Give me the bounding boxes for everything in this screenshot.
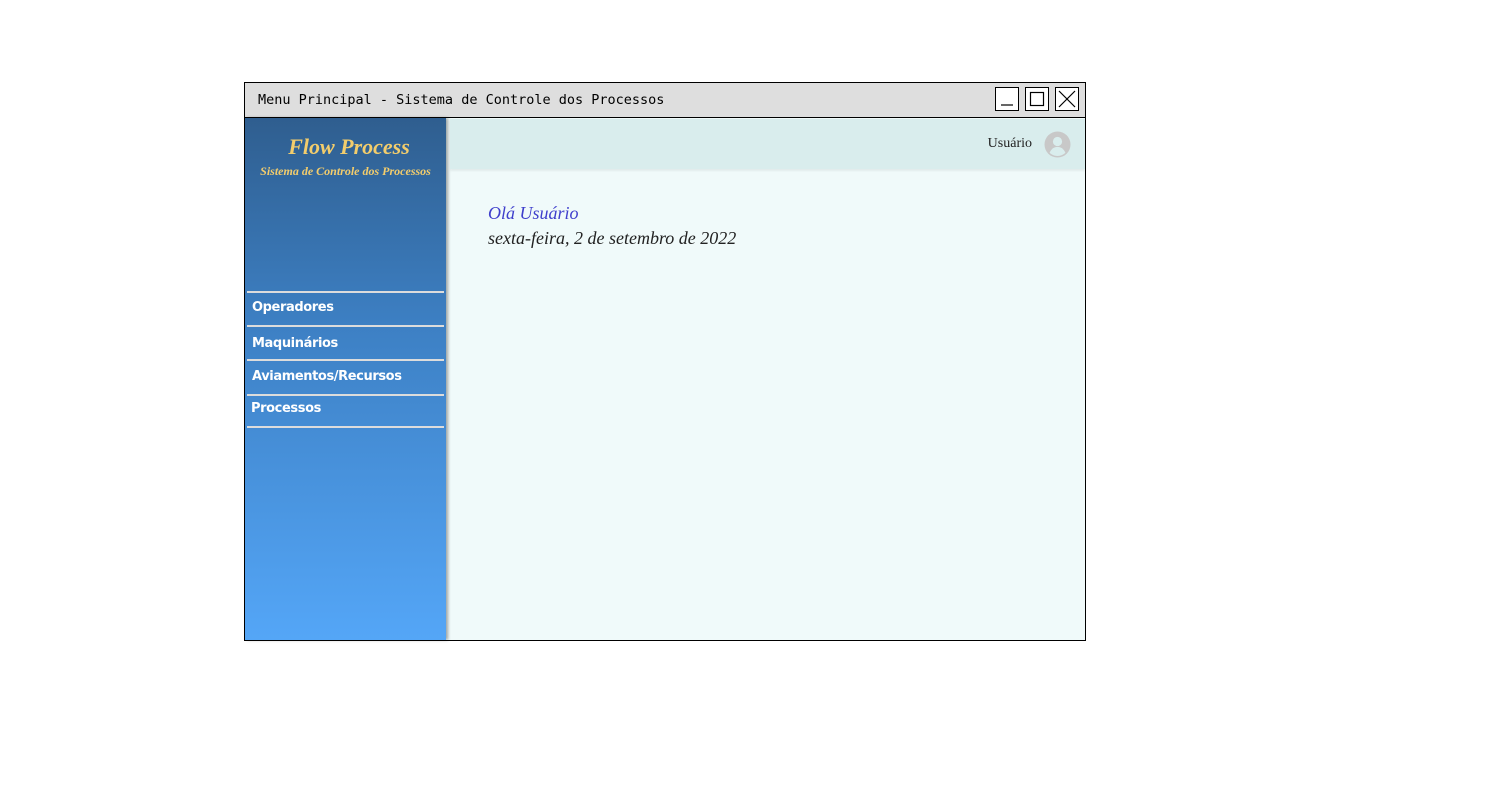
close-button[interactable] bbox=[1055, 87, 1079, 111]
maximize-button[interactable] bbox=[1025, 87, 1049, 111]
sidebar-item-maquinarios[interactable]: Maquinários bbox=[252, 336, 338, 351]
minimize-icon bbox=[1001, 104, 1013, 106]
sidebar-item-processos[interactable]: Processos bbox=[251, 401, 321, 416]
title-bar: Menu Principal - Sistema de Controle dos… bbox=[245, 83, 1085, 118]
sidebar: Flow Process Sistema de Controle dos Pro… bbox=[245, 118, 446, 640]
menu-divider bbox=[247, 426, 444, 428]
window-title: Menu Principal - Sistema de Controle dos… bbox=[258, 92, 665, 108]
user-avatar-icon[interactable] bbox=[1044, 131, 1071, 158]
greeting-text: Olá Usuário bbox=[488, 203, 579, 223]
close-icon bbox=[1058, 90, 1076, 108]
date-text: sexta-feira, 2 de setembro de 2022 bbox=[488, 228, 737, 248]
minimize-button[interactable] bbox=[995, 87, 1019, 111]
menu-divider bbox=[247, 325, 444, 327]
brand-title: Flow Process bbox=[288, 134, 410, 159]
menu-divider bbox=[247, 394, 444, 396]
app-window: Menu Principal - Sistema de Controle dos… bbox=[244, 82, 1086, 641]
brand-subtitle: Sistema de Controle dos Processos bbox=[260, 164, 431, 178]
maximize-icon bbox=[1029, 91, 1045, 107]
sidebar-item-aviamentos-recursos[interactable]: Aviamentos/Recursos bbox=[252, 369, 402, 384]
menu-divider bbox=[247, 291, 444, 293]
top-bar: Usuário bbox=[450, 119, 1085, 169]
user-label[interactable]: Usuário bbox=[988, 136, 1032, 152]
menu-divider bbox=[247, 359, 444, 361]
sidebar-item-operadores[interactable]: Operadores bbox=[252, 300, 334, 315]
